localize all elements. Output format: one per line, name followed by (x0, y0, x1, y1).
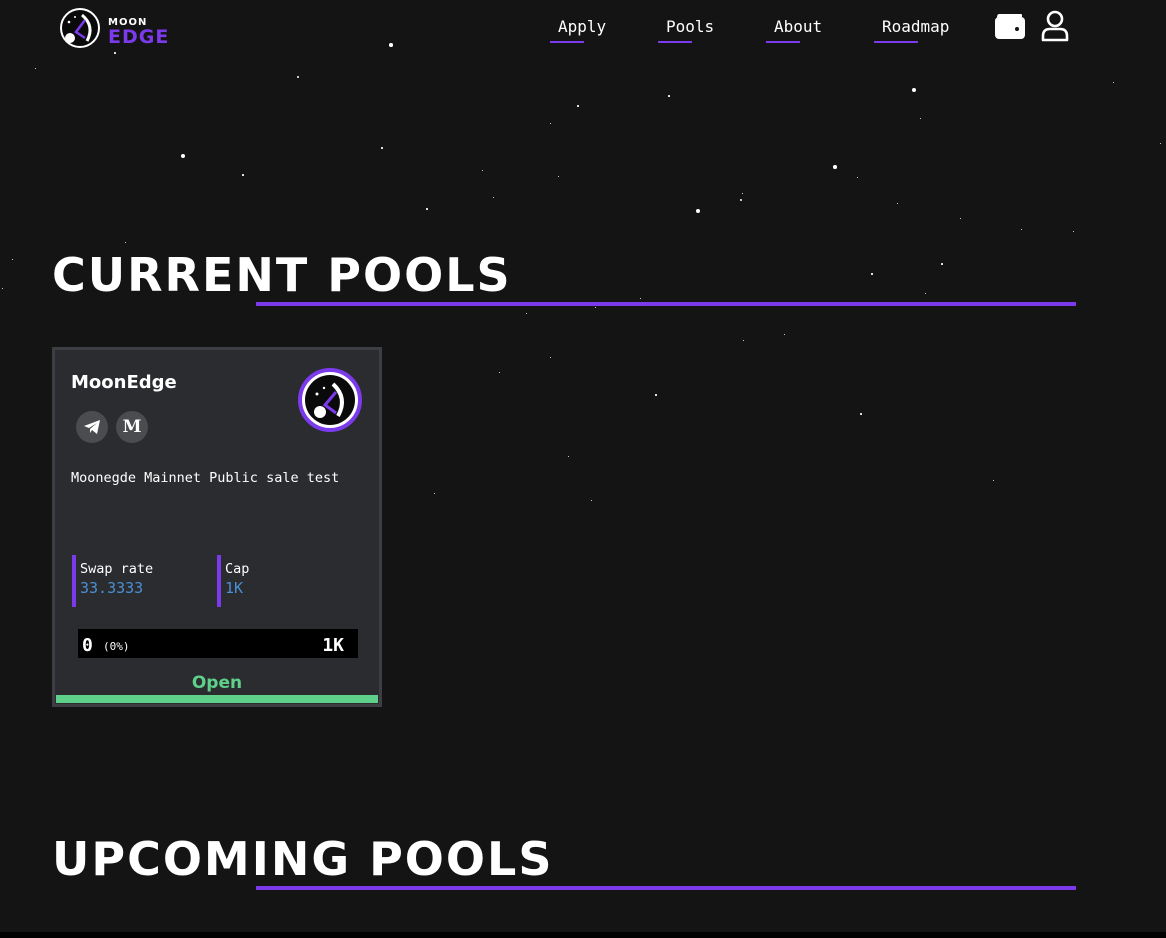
star (567, 455, 569, 457)
nav-roadmap[interactable]: Roadmap (874, 17, 950, 43)
star (594, 306, 596, 308)
star (896, 202, 898, 204)
swap-rate-stat: Swap rate 33.3333 (72, 555, 202, 607)
star (481, 169, 483, 171)
bottom-strip (0, 932, 1166, 938)
pool-card[interactable]: MoonEdge M Moonegde Mainnet Public sale … (52, 347, 382, 707)
logo-text-edge: EDGE (108, 26, 170, 48)
star (941, 263, 943, 265)
cap-label: Cap (225, 561, 250, 577)
nav-about-underline (766, 41, 800, 43)
star (1159, 142, 1161, 144)
star (492, 196, 494, 198)
cap-stat: Cap 1K (217, 555, 317, 607)
star (856, 176, 858, 178)
star (181, 154, 185, 158)
nav-roadmap-underline (874, 41, 918, 43)
star (525, 312, 527, 314)
star (34, 67, 36, 69)
current-pools-title: Current Pools (52, 248, 512, 302)
star (959, 217, 961, 219)
nav-pools-underline (658, 41, 692, 43)
star (296, 75, 300, 79)
moon-logo-icon (60, 8, 100, 48)
cap-value: 1K (225, 579, 244, 597)
raised-amount: 0 (82, 635, 93, 656)
moonedge-logo[interactable]: MOON EDGE (60, 8, 180, 48)
swap-rate-label: Swap rate (80, 561, 154, 577)
star (557, 175, 559, 177)
star (912, 88, 916, 92)
current-pools-divider (256, 302, 1076, 306)
star (740, 199, 742, 201)
star (919, 117, 921, 119)
raise-progress-bar: 0 (0%) 1K (76, 627, 360, 660)
star (1020, 228, 1022, 230)
nav-roadmap-label: Roadmap (882, 17, 950, 36)
star (639, 297, 641, 299)
star (426, 208, 428, 210)
star (549, 122, 551, 124)
nav-about[interactable]: About (766, 17, 823, 43)
star (590, 499, 592, 501)
star (11, 258, 13, 260)
star (433, 492, 435, 494)
pool-name: MoonEdge (71, 372, 177, 393)
star (924, 292, 926, 294)
star (242, 174, 244, 176)
swap-rate-value: 33.3333 (80, 579, 144, 597)
user-icon[interactable] (1040, 10, 1070, 42)
star (655, 394, 657, 396)
star (992, 479, 994, 481)
cap-amount: 1K (322, 635, 344, 656)
nav-apply-label: Apply (558, 17, 607, 36)
star (1112, 81, 1114, 83)
star (498, 371, 500, 373)
star (1072, 230, 1074, 232)
star (381, 147, 383, 149)
star (1, 287, 3, 289)
telegram-icon (84, 420, 100, 434)
nav-about-label: About (774, 17, 823, 36)
star (124, 241, 126, 243)
nav-apply[interactable]: Apply (550, 17, 607, 43)
upcoming-pools-divider (256, 886, 1076, 890)
star (833, 165, 837, 169)
nav-pools-label: Pools (666, 17, 715, 36)
pool-description: Moonegde Mainnet Public sale test (71, 470, 340, 486)
wallet-icon[interactable] (994, 12, 1026, 40)
star (860, 413, 862, 415)
star (742, 339, 744, 341)
telegram-link[interactable] (76, 411, 108, 443)
pool-status: Open (191, 673, 243, 693)
nav-apply-underline (550, 41, 584, 43)
star (549, 356, 551, 358)
raised-percent: (0%) (103, 640, 130, 653)
nav-pools[interactable]: Pools (658, 17, 715, 43)
star (871, 273, 873, 275)
medium-link[interactable]: M (116, 411, 148, 443)
star (741, 192, 743, 194)
star (696, 209, 700, 213)
star (577, 105, 579, 107)
status-bar (56, 695, 378, 703)
star (783, 333, 785, 335)
upcoming-pools-title: Upcoming Pools (52, 832, 554, 886)
star (668, 95, 670, 97)
pool-logo-avatar (298, 368, 362, 432)
site-header: MOON EDGE Apply Pools About Roadmap (0, 0, 1166, 60)
medium-icon: M (122, 417, 142, 437)
